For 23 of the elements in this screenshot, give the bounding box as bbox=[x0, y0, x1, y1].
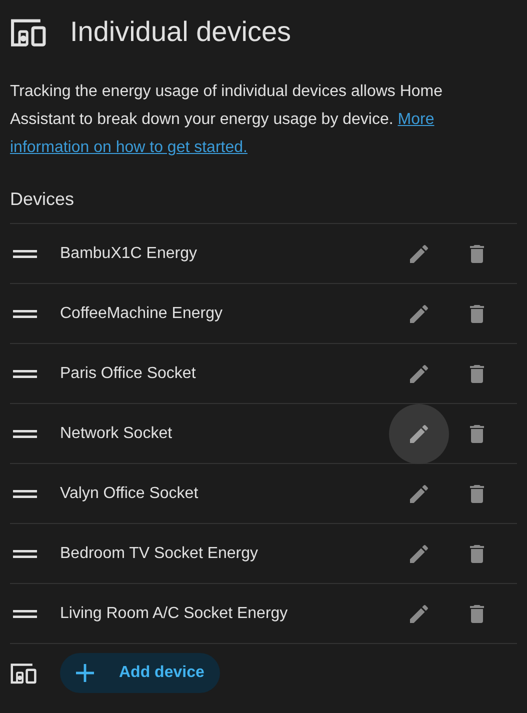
device-name: BambuX1C Energy bbox=[60, 244, 198, 264]
device-name: CoffeeMachine Energy bbox=[60, 304, 224, 324]
drag-handle-icon[interactable] bbox=[13, 248, 37, 258]
page-title: Individual devices bbox=[70, 15, 292, 49]
devices-icon bbox=[10, 662, 38, 684]
plus-icon bbox=[75, 663, 95, 683]
device-name: Bedroom TV Socket Energy bbox=[60, 544, 260, 564]
drag-handle-icon[interactable] bbox=[13, 548, 37, 558]
description-text: Tracking the energy usage of individual devices allows Home Assistant to break down your energy usage by device. More information on how to get started. bbox=[10, 82, 444, 158]
section-label: Devices bbox=[10, 188, 76, 211]
drag-handle-icon[interactable] bbox=[13, 428, 37, 438]
more-info-link[interactable]: information on how to get started. bbox=[10, 139, 248, 156]
drag-handle-icon[interactable] bbox=[13, 368, 37, 378]
drag-handle-icon[interactable] bbox=[13, 308, 37, 318]
devices-icon bbox=[10, 16, 48, 48]
drag-handle-icon[interactable] bbox=[13, 488, 37, 498]
device-name: Valyn Office Socket bbox=[60, 484, 200, 504]
device-name: Living Room A/C Socket Energy bbox=[60, 604, 289, 624]
drag-handle-icon[interactable] bbox=[13, 608, 37, 618]
device-name: Paris Office Socket bbox=[60, 364, 197, 384]
more-info-link[interactable]: More bbox=[398, 111, 434, 128]
add-device-button[interactable]: Add device bbox=[60, 653, 220, 693]
device-name: Network Socket bbox=[60, 424, 174, 444]
